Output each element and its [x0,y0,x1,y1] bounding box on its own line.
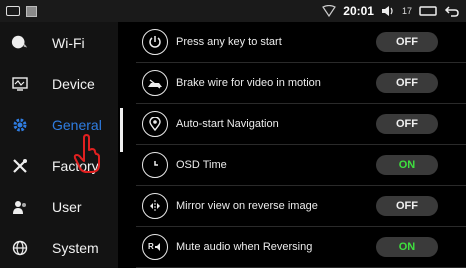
sidebar-item-device[interactable]: Device [0,63,118,104]
status-bar: 20:01 17 [0,0,466,22]
wifi-icon [11,34,29,52]
setting-label: Brake wire for video in motion [176,77,321,89]
mirror-icon [142,193,168,219]
settings-list: Press any key to start OFF Brake wire fo… [136,22,466,268]
setting-label: Press any key to start [176,36,282,48]
setting-label: OSD Time [176,159,227,171]
sidebar-item-label: Factory [52,157,99,174]
globe-icon [11,239,29,257]
clock-icon [142,152,168,178]
recent-apps-icon[interactable] [419,5,437,17]
brake-icon [142,70,168,96]
setting-label: Mute audio when Reversing [176,241,313,253]
sidebar-item-user[interactable]: User [0,186,118,227]
back-icon[interactable] [444,5,460,17]
wifi-status-icon [322,5,337,17]
sidebar-item-label: System [52,239,99,256]
gear-icon [11,116,29,134]
toggle-button[interactable]: OFF [376,73,438,93]
clock-time: 20:01 [343,4,374,18]
setting-row-press-any-key[interactable]: Press any key to start OFF [136,22,466,63]
setting-row-osd-time[interactable]: OSD Time ON [136,145,466,186]
users-icon [11,198,29,216]
svg-text:R: R [148,242,154,251]
tools-icon [11,157,29,175]
volume-icon[interactable] [381,5,395,17]
sidebar-item-general[interactable]: General [0,104,118,145]
toggle-button[interactable]: ON [376,237,438,257]
sidebar-item-factory[interactable]: Factory [0,145,118,186]
toggle-button[interactable]: OFF [376,114,438,134]
app-thumbnail-icon[interactable] [26,5,37,17]
toggle-button[interactable]: OFF [376,196,438,216]
settings-sidebar: Wi-Fi Device General Factory User System [0,22,118,268]
volume-level: 17 [401,6,412,16]
setting-row-brake-wire[interactable]: Brake wire for video in motion OFF [136,63,466,104]
sidebar-item-system[interactable]: System [0,227,118,268]
sidebar-item-label: User [52,198,82,215]
sidebar-item-label: Device [52,75,95,92]
location-pin-icon [142,111,168,137]
monitor-icon [11,75,29,93]
setting-row-mirror-view[interactable]: Mirror view on reverse image OFF [136,186,466,227]
setting-row-mute-audio-reversing[interactable]: R Mute audio when Reversing ON [136,227,466,268]
sidebar-item-label: General [52,116,102,133]
setting-row-auto-start-navigation[interactable]: Auto-start Navigation OFF [136,104,466,145]
setting-label: Auto-start Navigation [176,118,279,130]
selection-divider [120,108,123,152]
toggle-button[interactable]: ON [376,155,438,175]
reverse-mute-icon: R [142,234,168,260]
home-icon[interactable] [6,6,20,16]
setting-label: Mirror view on reverse image [176,200,318,212]
power-icon [142,29,168,55]
sidebar-item-label: Wi-Fi [52,34,85,51]
sidebar-item-wifi[interactable]: Wi-Fi [0,22,118,63]
toggle-button[interactable]: OFF [376,32,438,52]
